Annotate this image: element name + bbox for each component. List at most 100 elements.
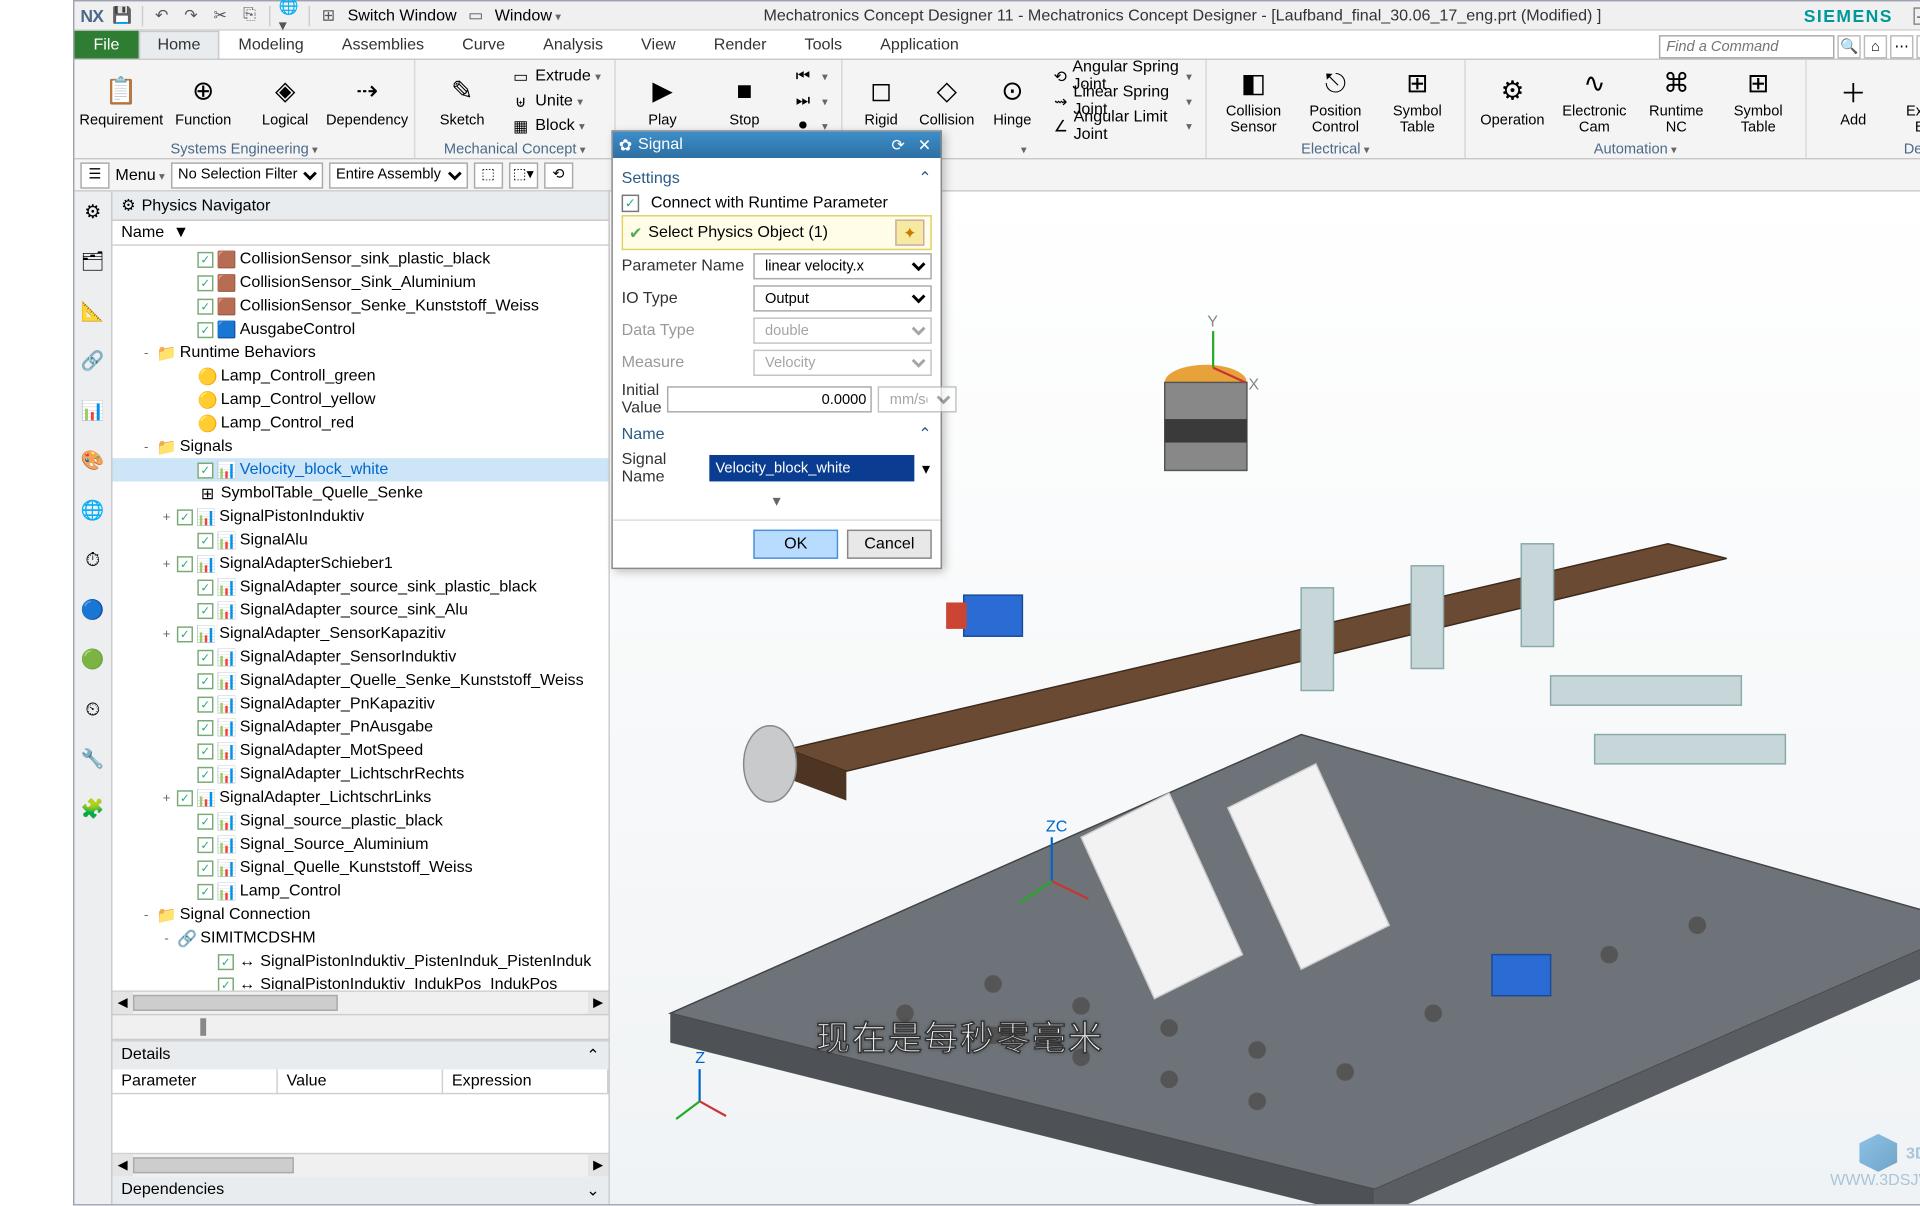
switch-window-icon[interactable]: ⊞: [318, 5, 338, 25]
tab-curve[interactable]: Curve: [443, 31, 524, 59]
tab-analysis[interactable]: Analysis: [524, 31, 622, 59]
render-icon[interactable]: 🌐▾: [279, 5, 299, 25]
det-scroll-right[interactable]: ▶: [588, 1154, 608, 1176]
ribbon-small[interactable]: ⏮: [788, 64, 832, 87]
ribbon-add[interactable]: ＋Add: [1815, 63, 1891, 139]
ribbon-group-label[interactable]: Automation: [1466, 142, 1805, 160]
nav-tree[interactable]: ✓🟫CollisionSensor_sink_plastic_black✓🟫Co…: [113, 246, 609, 991]
rb-history-icon[interactable]: ⏱: [78, 546, 107, 575]
tab-tools[interactable]: Tools: [786, 31, 862, 59]
ribbon-extrude[interactable]: ▭Extrude: [506, 64, 605, 87]
tree-node[interactable]: ✓📊Lamp_Control: [113, 879, 609, 902]
dlg-expand-icon[interactable]: ▾: [622, 489, 932, 514]
help-icon[interactable]: ⌂: [1864, 35, 1887, 58]
tab-assemblies[interactable]: Assemblies: [323, 31, 443, 59]
sec-name[interactable]: Name: [622, 425, 665, 443]
cancel-button[interactable]: Cancel: [847, 530, 932, 559]
scroll-right-icon[interactable]: ▶: [588, 992, 608, 1014]
detcol-value[interactable]: Value: [278, 1069, 443, 1092]
ribbon-symbol-table[interactable]: ⊞Symbol Table: [1720, 63, 1796, 139]
tree-node[interactable]: 🟡Lamp_Control_red: [113, 411, 609, 434]
ribbon-play[interactable]: ▶Play: [624, 63, 700, 139]
ok-button[interactable]: OK: [753, 530, 838, 559]
tree-node[interactable]: ✓🟫CollisionSensor_Sink_Aluminium: [113, 271, 609, 294]
details-title[interactable]: Details: [121, 1046, 170, 1065]
connect-checkbox[interactable]: ✓: [622, 195, 640, 213]
tree-node[interactable]: ✓📊Signal_Quelle_Kunststoff_Weiss: [113, 856, 609, 879]
tab-modeling[interactable]: Modeling: [219, 31, 322, 59]
opts-icon[interactable]: ⋯: [1890, 35, 1913, 58]
pick-icon[interactable]: ✦: [895, 219, 924, 245]
save-icon[interactable]: 💾: [112, 5, 132, 25]
redo-icon[interactable]: ↷: [181, 5, 201, 25]
rb-last-icon[interactable]: 🧩: [78, 794, 107, 823]
det-scroll-left[interactable]: ◀: [113, 1154, 133, 1176]
splitter[interactable]: [113, 1014, 609, 1040]
tree-node[interactable]: ⊞SymbolTable_Quelle_Senke: [113, 481, 609, 504]
detcol-param[interactable]: Parameter: [113, 1069, 278, 1092]
ribbon-function[interactable]: ⊕Function: [165, 63, 241, 139]
window-menu[interactable]: Window: [495, 7, 561, 25]
sec-settings[interactable]: Settings: [622, 169, 680, 187]
ribbon-unite[interactable]: ⊎Unite: [506, 89, 605, 112]
ribbon-hinge[interactable]: ⊙Hinge: [982, 63, 1042, 139]
menu-button[interactable]: ☰: [80, 162, 109, 188]
scroll-left-icon[interactable]: ◀: [113, 992, 133, 1014]
detcol-expr[interactable]: Expression: [443, 1069, 608, 1092]
rb-proc-icon[interactable]: 🟢: [78, 645, 107, 674]
ribbon-group-label[interactable]: Systems Engineering: [74, 142, 413, 160]
tree-node[interactable]: ✓🟫CollisionSensor_sink_plastic_black: [113, 247, 609, 270]
tree-node[interactable]: ✓↔SignalPistonInduktiv_PistenInduk_Piste…: [113, 949, 609, 972]
ribbon-stop[interactable]: ■Stop: [706, 63, 782, 139]
signal-name-input[interactable]: [710, 455, 915, 481]
rb-more-icon[interactable]: 🔧: [78, 745, 107, 774]
details-collapse-icon[interactable]: ⌃: [586, 1046, 599, 1065]
nav-col-name[interactable]: Name: [121, 224, 164, 242]
tree-node[interactable]: ✓↔SignalPistonInduktiv_IndukPos_IndukPos: [113, 973, 609, 991]
tree-node[interactable]: +✓📊SignalAdapterSchieber1: [113, 552, 609, 575]
tree-node[interactable]: ✓📊Velocity_block_white: [113, 458, 609, 481]
ribbon-small[interactable]: ⏭: [788, 89, 832, 112]
selection-filter[interactable]: No Selection Filter: [171, 162, 323, 188]
ribbon-dependency[interactable]: ⇢Dependency: [329, 63, 405, 139]
ribbon-operation[interactable]: ⚙Operation: [1474, 63, 1550, 139]
ribbon-runtime-nc[interactable]: ⌘Runtime NC: [1638, 63, 1714, 139]
tree-node[interactable]: +✓📊SignalAdapter_SensorKapazitiv: [113, 622, 609, 645]
signal-name-dd-icon[interactable]: ▾: [920, 459, 931, 478]
sel-tool-2[interactable]: ⬚▾: [509, 162, 538, 188]
tree-node[interactable]: -📁Signals: [113, 435, 609, 458]
tree-node[interactable]: ✓📊SignalAdapter_LichtschrRechts: [113, 762, 609, 785]
ribbon-group-label[interactable]: Electrical: [1207, 142, 1464, 160]
rb-navigator-icon[interactable]: ⚙: [78, 198, 107, 227]
tab-view[interactable]: View: [622, 31, 695, 59]
tree-node[interactable]: ✓📊SignalAlu: [113, 528, 609, 551]
select-physics-row[interactable]: ✔ Select Physics Object (1) ✦: [622, 215, 932, 250]
sort-icon[interactable]: ▼: [173, 224, 189, 242]
find-command-input[interactable]: [1659, 35, 1835, 58]
ribbon-symbol-table[interactable]: ⊞Symbol Table: [1379, 63, 1455, 139]
sel-tool-3[interactable]: ⟲: [544, 162, 573, 188]
tree-node[interactable]: ✓📊SignalAdapter_source_sink_Alu: [113, 598, 609, 621]
ribbon-export-to-ecad[interactable]: ⇪Export to ECAD: [1897, 63, 1920, 139]
tree-node[interactable]: ✓📊SignalAdapter_PnKapazitiv: [113, 692, 609, 715]
sec-name-collapse-icon[interactable]: ⌃: [918, 424, 931, 443]
nav-gear-icon[interactable]: ⚙: [121, 196, 135, 215]
tree-node[interactable]: ✓📊SignalAdapter_MotSpeed: [113, 739, 609, 762]
dlg-reset-icon[interactable]: ⟳: [888, 135, 908, 154]
sel-tool-1[interactable]: ⬚: [474, 162, 503, 188]
rb-part-icon[interactable]: 📐: [78, 297, 107, 326]
search-icon[interactable]: 🔍: [1837, 35, 1860, 58]
ribbon-collision-sensor[interactable]: ◧Collision Sensor: [1215, 63, 1291, 139]
ribbon-requirement[interactable]: 📋Requirement: [83, 63, 159, 139]
ribbon-position-control[interactable]: ⎋Position Control: [1297, 63, 1373, 139]
ribbon-electronic-cam[interactable]: ∿Electronic Cam: [1556, 63, 1632, 139]
selection-scope[interactable]: Entire Assembly: [329, 162, 468, 188]
tree-node[interactable]: -📁Runtime Behaviors: [113, 341, 609, 364]
deps-expand-icon[interactable]: ⌄: [586, 1181, 599, 1200]
tree-node[interactable]: 🟡Lamp_Control_yellow: [113, 388, 609, 411]
tree-node[interactable]: +✓📊SignalAdapter_LichtschrLinks: [113, 786, 609, 809]
rb-sys-icon[interactable]: 🔵: [78, 595, 107, 624]
tree-node[interactable]: ✓📊Signal_Source_Aluminium: [113, 832, 609, 855]
scroll-thumb[interactable]: [133, 995, 338, 1011]
window-icon[interactable]: ▭: [465, 5, 485, 25]
